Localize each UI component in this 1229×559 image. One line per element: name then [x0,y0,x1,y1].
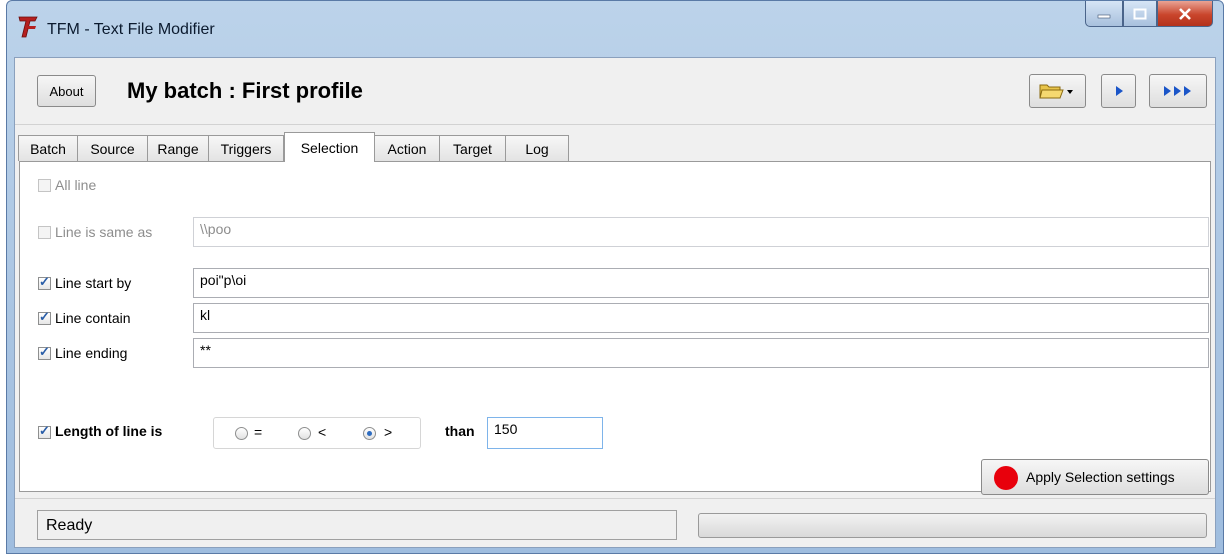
about-button[interactable]: About [37,75,96,107]
operator-greater-label: > [384,424,393,440]
than-label: than [445,423,475,439]
line-ending-checkbox[interactable] [38,344,51,360]
folder-dropdown-icon [1038,84,1073,99]
tab-log[interactable]: Log [505,135,569,161]
line-contain-checkbox[interactable] [38,309,51,325]
operator-less-radio[interactable] [298,427,311,440]
app-window: TFM - Text File Modifier About My batch … [6,0,1224,554]
length-of-line-checkbox[interactable] [38,423,51,439]
tab-action[interactable]: Action [374,135,440,161]
progress-bar [698,513,1207,538]
apply-selection-button[interactable]: Apply Selection settings [981,459,1209,495]
line-contain-label: Line contain [55,310,131,326]
close-icon [1179,7,1191,20]
open-profile-button[interactable] [1029,74,1086,108]
selection-panel: All line Line is same as \\poo Line star… [19,161,1211,495]
length-value-field[interactable]: 150 [487,417,603,449]
line-same-as-field[interactable]: \\poo [193,217,1209,247]
line-start-by-field[interactable]: poi"p\oi [193,268,1209,298]
tab-triggers[interactable]: Triggers [208,135,284,161]
tab-target[interactable]: Target [439,135,506,161]
all-line-label: All line [55,177,97,193]
status-bar: Ready [15,498,1215,550]
line-same-as-checkbox[interactable] [38,226,51,239]
play-icon [1115,86,1123,96]
line-ending-label: Line ending [55,345,128,361]
operator-equal-label: = [254,424,263,440]
line-contain-field[interactable]: kl [193,303,1209,333]
title-bar[interactable]: TFM - Text File Modifier [7,1,1223,57]
tab-selection[interactable]: Selection [284,132,375,162]
length-operator-group: = < > [213,417,421,449]
operator-less-label: < [318,424,327,440]
line-ending-field[interactable]: ** [193,338,1209,368]
tab-source[interactable]: Source [77,135,148,161]
play-all-icon [1164,86,1191,96]
close-button[interactable] [1157,1,1213,27]
length-of-line-label: Length of line is [55,423,163,439]
line-same-as-label: Line is same as [55,224,153,240]
maximize-icon [1133,8,1147,19]
line-start-by-label: Line start by [55,275,132,291]
operator-equal-radio[interactable] [235,427,248,440]
run-button[interactable] [1101,74,1136,108]
apply-selection-label: Apply Selection settings [1026,469,1175,485]
minimize-icon [1097,14,1111,18]
tab-batch[interactable]: Batch [18,135,78,161]
record-icon [994,466,1018,490]
all-line-checkbox[interactable] [38,179,51,192]
run-all-button[interactable] [1149,74,1207,108]
header-panel: About My batch : First profile [15,58,1215,125]
batch-title: My batch : First profile [127,78,363,103]
maximize-button[interactable] [1123,1,1157,27]
app-logo-icon [18,16,38,38]
window-title: TFM - Text File Modifier [47,21,215,38]
status-text: Ready [37,510,677,540]
operator-greater-radio[interactable] [363,427,376,440]
line-start-by-checkbox[interactable] [38,274,51,290]
minimize-button[interactable] [1085,1,1123,27]
tab-range[interactable]: Range [147,135,209,161]
client-area: About My batch : First profile Batch Sou… [14,57,1216,548]
